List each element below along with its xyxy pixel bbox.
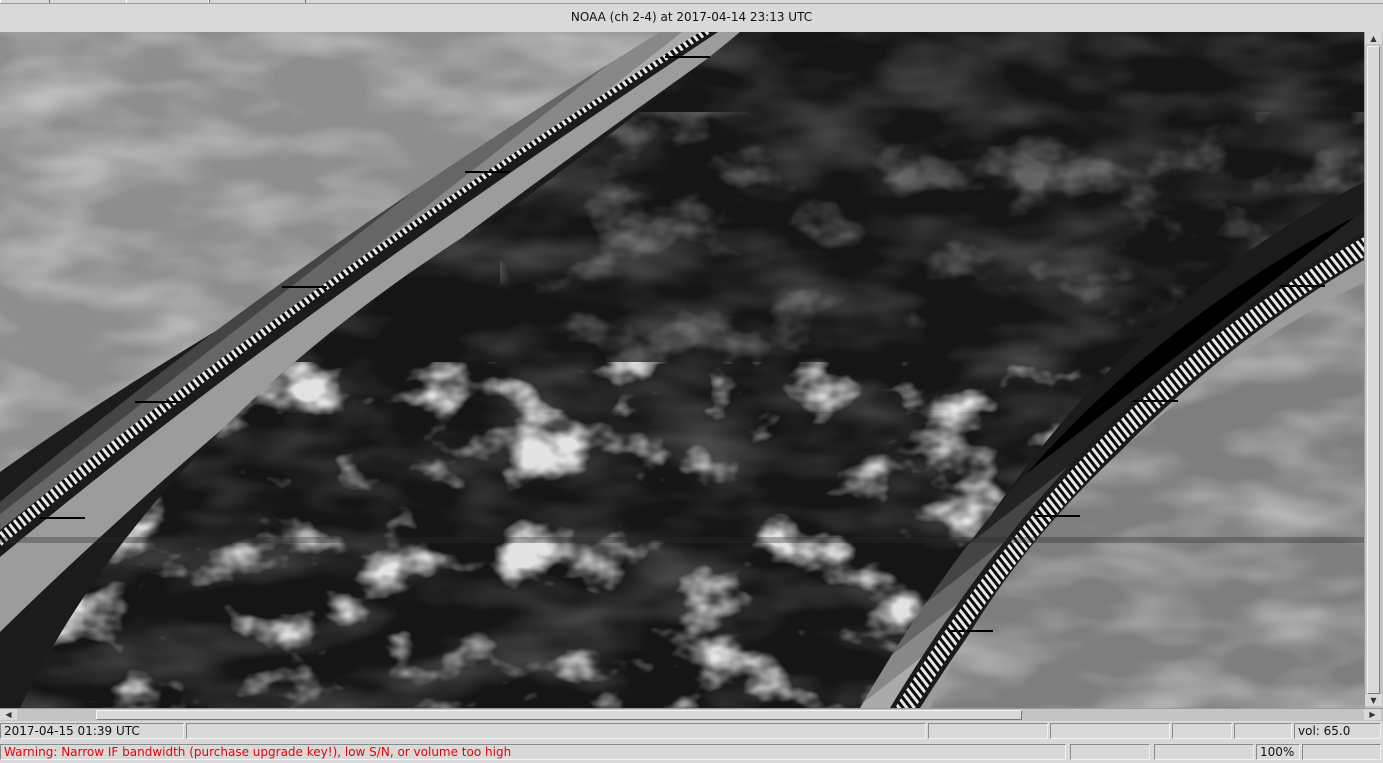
vertical-scroll-thumb[interactable] — [1367, 46, 1380, 694]
tab-remnant[interactable] — [208, 0, 306, 3]
scroll-right-icon[interactable]: ▶ — [1364, 709, 1381, 720]
horizontal-scroll-thumb[interactable] — [96, 710, 1022, 720]
status-field-empty — [1050, 723, 1170, 739]
status-field-empty — [1302, 744, 1381, 760]
horizontal-scrollbar[interactable]: ◀ ▶ — [0, 708, 1383, 721]
warning-message: Warning: Narrow IF bandwidth (purchase u… — [0, 744, 1066, 760]
tab-remnant[interactable] — [126, 0, 210, 3]
vertical-scrollbar[interactable]: ▲ ▼ — [1364, 32, 1383, 708]
satellite-image-view[interactable] — [0, 32, 1364, 708]
status-time: 2017-04-15 01:39 UTC — [0, 723, 184, 739]
status-bar-top: 2017-04-15 01:39 UTC vol: 65.0 — [0, 721, 1383, 741]
status-field-empty — [1172, 723, 1232, 739]
status-bar-bottom: Warning: Narrow IF bandwidth (purchase u… — [0, 742, 1383, 762]
scroll-left-icon[interactable]: ◀ — [0, 709, 17, 720]
status-field-empty — [1234, 723, 1292, 739]
scroll-up-icon[interactable]: ▲ — [1365, 32, 1382, 44]
satellite-image — [0, 32, 1364, 708]
volume-readout: vol: 65.0 — [1294, 723, 1381, 739]
status-field-empty — [928, 723, 1048, 739]
app-window: NOAA (ch 2-4) at 2017-04-14 23:13 UTC ▲ … — [0, 0, 1383, 763]
image-title: NOAA (ch 2-4) at 2017-04-14 23:13 UTC — [0, 4, 1383, 30]
zoom-level: 100% — [1256, 744, 1300, 760]
tab-remnant[interactable] — [0, 0, 50, 3]
scroll-down-icon[interactable]: ▼ — [1365, 694, 1382, 706]
status-field-empty — [186, 723, 926, 739]
status-field-empty — [1070, 744, 1150, 760]
status-field-empty — [1154, 744, 1254, 760]
